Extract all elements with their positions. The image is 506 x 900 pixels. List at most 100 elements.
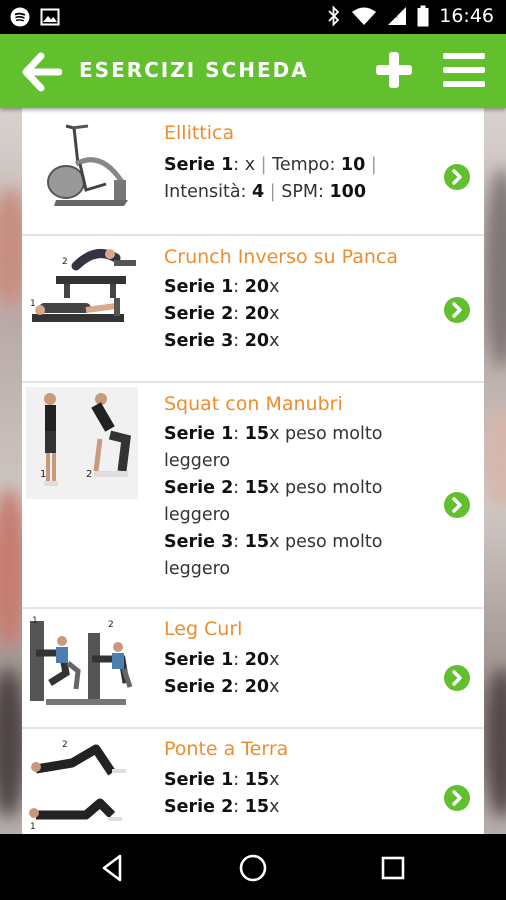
detail-text: x peso molto	[269, 424, 383, 444]
detail-line: Serie 1: 20x	[164, 274, 404, 301]
detail-text: Serie 1	[164, 155, 234, 175]
detail-text: 15	[244, 532, 270, 552]
detail-text: x	[269, 797, 280, 817]
detail-text: x	[269, 650, 280, 670]
detail-text: Tempo:	[266, 155, 341, 175]
detail-text: Serie 1	[164, 424, 234, 444]
detail-text: x	[269, 277, 280, 297]
detail-text: 15	[244, 424, 270, 444]
detail-text: :	[233, 677, 245, 697]
step-label: 1	[30, 822, 36, 832]
step-label: 2	[62, 257, 68, 267]
detail-line: Serie 2: 15x	[164, 794, 404, 821]
detail-text: Serie 2	[164, 478, 234, 498]
detail-text: x	[269, 304, 280, 324]
home-circle-icon[interactable]	[236, 851, 270, 885]
detail-text: leggero	[164, 559, 231, 579]
detail-line: Intensità: 4 | SPM: 100	[164, 179, 414, 206]
detail-text: x peso molto	[269, 532, 383, 552]
detail-line: Serie 2: 15x peso molto	[164, 475, 404, 502]
signal-icon: R	[388, 7, 407, 25]
detail-line: Serie 3: 15x peso molto	[164, 529, 404, 556]
svg-text:R: R	[393, 12, 398, 20]
list-item-ellittica[interactable]: Ellittica Serie 1: x | Tempo: 10 | Intens…	[22, 108, 484, 236]
exercise-detail: Serie 1: 15x Serie 2: 15x	[164, 767, 404, 821]
detail-text: 10	[340, 155, 366, 175]
step-label: 1	[32, 616, 38, 626]
list-item-crunch-inverso[interactable]: 2 1 Crunch Inverso su Panca Serie 1: 20x…	[22, 236, 484, 383]
exercise-image-bridge: 2 1	[26, 733, 138, 833]
chevron-right-icon[interactable]	[444, 164, 470, 190]
step-label: 2	[62, 740, 68, 750]
bluetooth-icon	[328, 5, 340, 27]
list-item-leg-curl[interactable]: 1 2 Leg Curl Serie 1: 20x Serie 2: 20x	[22, 609, 484, 729]
detail-line: leggero	[164, 448, 404, 475]
detail-text: :	[233, 478, 245, 498]
chevron-right-icon[interactable]	[444, 785, 470, 811]
detail-line: Serie 2: 20x	[164, 674, 404, 701]
detail-text: :	[233, 797, 245, 817]
detail-text: :	[233, 424, 245, 444]
navigation-bar	[0, 834, 506, 900]
detail-text: SPM:	[275, 182, 330, 202]
detail-text: x	[269, 770, 280, 790]
recents-square-icon[interactable]	[376, 851, 410, 885]
detail-line: Serie 1: x | Tempo: 10 |	[164, 152, 414, 179]
detail-text: 15	[244, 478, 270, 498]
detail-text: Serie 3	[164, 331, 234, 351]
list-item-squat-manubri[interactable]: 1 2 Squat con Manubri Serie 1: 15x peso …	[22, 383, 484, 609]
detail-text: 20	[244, 277, 270, 297]
image-icon	[40, 8, 60, 26]
battery-icon	[417, 5, 429, 27]
exercise-detail: Serie 1: 15x peso molto leggero Serie 2: 1…	[164, 421, 404, 583]
detail-text: Serie 1	[164, 650, 234, 670]
status-bar: R 16:46	[0, 0, 506, 34]
detail-text: x	[269, 331, 280, 351]
detail-text: :	[233, 304, 245, 324]
chevron-right-icon[interactable]	[444, 665, 470, 691]
exercise-detail: Serie 1: 20x Serie 2: 20x	[164, 647, 404, 701]
chevron-right-icon[interactable]	[444, 492, 470, 518]
chevron-right-icon[interactable]	[444, 297, 470, 323]
detail-text: x peso molto	[269, 478, 383, 498]
detail-line: Serie 2: 20x	[164, 301, 404, 328]
detail-text: Serie 1	[164, 770, 234, 790]
detail-text: 20	[244, 304, 270, 324]
detail-line: Serie 3: 20x	[164, 328, 404, 355]
detail-line: leggero	[164, 502, 404, 529]
detail-text: 15	[244, 770, 270, 790]
detail-text: leggero	[164, 451, 231, 471]
exercise-title: Leg Curl	[164, 618, 243, 640]
detail-text: Serie 2	[164, 797, 234, 817]
step-label: 2	[108, 620, 114, 630]
detail-text: Serie 2	[164, 304, 234, 324]
back-arrow-icon[interactable]	[22, 52, 62, 92]
detail-text: 4	[252, 182, 265, 202]
detail-text: :	[233, 770, 245, 790]
step-label: 1	[40, 469, 46, 480]
detail-text: :	[233, 650, 245, 670]
detail-text: 20	[244, 650, 270, 670]
menu-icon[interactable]	[443, 52, 485, 88]
detail-text: |	[370, 155, 377, 175]
step-label: 2	[86, 469, 92, 480]
detail-text: leggero	[164, 505, 231, 525]
exercise-image-elliptical	[26, 120, 138, 212]
detail-text: Intensità:	[164, 182, 252, 202]
add-icon[interactable]	[374, 50, 414, 90]
exercise-image-squat: 1 2	[26, 387, 138, 499]
detail-text: 15	[244, 797, 270, 817]
detail-line: leggero	[164, 556, 404, 583]
exercise-detail: Serie 1: x | Tempo: 10 | Intensità: 4 | S…	[164, 152, 414, 206]
exercise-detail: Serie 1: 20x Serie 2: 20x Serie 3: 20x	[164, 274, 404, 355]
detail-text: Serie 3	[164, 532, 234, 552]
list-item-ponte-terra[interactable]: 2 1 Ponte a Terra Serie 1: 15x Serie 2: 1…	[22, 729, 484, 834]
exercise-title: Crunch Inverso su Panca	[164, 246, 399, 268]
detail-text: 20	[244, 331, 270, 351]
detail-text: Serie 1	[164, 277, 234, 297]
exercise-title: Squat con Manubri	[164, 393, 343, 415]
exercise-image-leg-curl: 1 2	[26, 613, 138, 713]
back-triangle-icon[interactable]	[96, 851, 130, 885]
detail-text: :	[233, 331, 245, 351]
detail-text: x	[269, 677, 280, 697]
